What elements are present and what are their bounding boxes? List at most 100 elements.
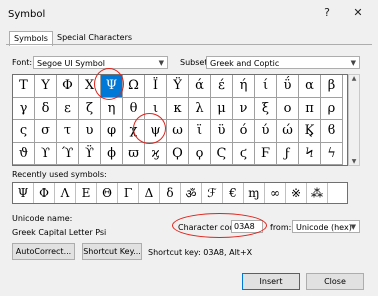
- symbol-cell[interactable]: η: [101, 97, 123, 120]
- symbol-cell[interactable]: υ: [79, 120, 101, 143]
- symbol-cell[interactable]: φ: [101, 120, 123, 143]
- symbol-cell[interactable]: ς: [13, 120, 35, 143]
- recent-symbol-cell[interactable]: Γ: [118, 183, 139, 203]
- font-select[interactable]: Segoe UI Symbol ▼: [33, 56, 168, 69]
- recent-symbol-cell[interactable]: ∞: [265, 183, 286, 203]
- subset-value: Greek and Coptic: [210, 59, 280, 68]
- symbol-cell[interactable]: ϑ: [13, 142, 35, 165]
- symbol-cell[interactable]: ϖ: [123, 142, 145, 165]
- symbol-cell[interactable]: ω: [167, 120, 189, 143]
- font-value: Segoe UI Symbol: [37, 59, 105, 68]
- symbol-cell[interactable]: Ϝ: [255, 142, 277, 165]
- recent-symbol-cell[interactable]: €: [223, 183, 244, 203]
- chevron-down-icon: ▼: [158, 59, 164, 67]
- insert-button[interactable]: Insert: [242, 273, 300, 290]
- symbol-cell[interactable]: ϝ: [277, 142, 299, 165]
- symbol-cell[interactable]: λ: [189, 97, 211, 120]
- unicode-name-value: Greek Capital Letter Psi: [12, 228, 107, 237]
- symbol-cell[interactable]: Ϗ: [299, 120, 321, 143]
- symbol-cell[interactable]: ϋ: [211, 120, 233, 143]
- symbol-cell[interactable]: κ: [167, 97, 189, 120]
- recent-symbol-cell[interactable]: Ε: [76, 183, 97, 203]
- symbol-grid: ΤΥΦΧΨΩΪΫάέήίΰαβ γδεζηθικλμνξοπρ ςστυφχψωϊϋ…: [12, 74, 348, 166]
- symbol-cell[interactable]: έ: [211, 75, 233, 98]
- symbol-cell[interactable]: ψ: [145, 120, 167, 143]
- tab-special-characters[interactable]: Special Characters: [53, 31, 136, 44]
- symbol-cell[interactable]: ί: [255, 75, 277, 98]
- symbol-cell[interactable]: π: [299, 97, 321, 120]
- symbol-cell[interactable]: ή: [233, 75, 255, 98]
- symbol-cell[interactable]: Ϟ: [299, 142, 321, 165]
- help-button[interactable]: ?: [318, 4, 336, 20]
- recent-symbol-cell[interactable]: Ψ: [13, 183, 34, 203]
- symbol-cell[interactable]: ϟ: [321, 142, 343, 165]
- autocorrect-button[interactable]: AutoCorrect...: [12, 243, 75, 260]
- symbol-cell[interactable]: Ϊ: [145, 75, 167, 98]
- character-code-input[interactable]: 03A8: [231, 220, 263, 233]
- symbol-cell[interactable]: ζ: [79, 97, 101, 120]
- symbol-cell[interactable]: ϓ: [57, 142, 79, 165]
- symbol-cell[interactable]: Ω: [123, 75, 145, 98]
- symbol-cell[interactable]: ύ: [255, 120, 277, 143]
- recent-symbol-cell[interactable]: ℱ: [202, 183, 223, 203]
- recent-symbol-cell[interactable]: ⁂: [307, 183, 328, 203]
- symbol-cell[interactable]: Τ: [13, 75, 35, 98]
- symbol-cell[interactable]: ώ: [277, 120, 299, 143]
- window-close-button[interactable]: ✕: [349, 4, 367, 20]
- scroll-down-icon[interactable]: ▼: [349, 158, 359, 165]
- recent-symbol-cell[interactable]: ɱ: [244, 183, 265, 203]
- symbol-cell[interactable]: ϕ: [101, 142, 123, 165]
- symbol-cell[interactable]: ϔ: [79, 142, 101, 165]
- window-title: Symbol: [8, 9, 46, 20]
- symbol-cell[interactable]: ϛ: [233, 142, 255, 165]
- symbol-cell[interactable]: ξ: [255, 97, 277, 120]
- unicode-name-label: Unicode name:: [12, 214, 73, 223]
- symbol-cell[interactable]: μ: [211, 97, 233, 120]
- symbol-cell[interactable]: ο: [277, 97, 299, 120]
- symbol-cell[interactable]: Ϛ: [211, 142, 233, 165]
- from-label: from:: [270, 223, 292, 232]
- symbol-cell[interactable]: Φ: [57, 75, 79, 98]
- close-button[interactable]: Close: [306, 273, 364, 290]
- symbol-cell[interactable]: ό: [233, 120, 255, 143]
- recent-symbols-bar: Ψ Φ Λ Ε Θ Γ Δδ ॐ ℱ € ɱ ∞ ※ ⁂: [12, 182, 348, 204]
- symbol-grid-scrollbar[interactable]: ▲ ▼: [348, 74, 360, 166]
- symbol-cell[interactable]: Ψ: [101, 75, 123, 98]
- scroll-up-icon[interactable]: ▲: [349, 75, 359, 82]
- symbol-cell[interactable]: ν: [233, 97, 255, 120]
- symbol-cell[interactable]: ϒ: [35, 142, 57, 165]
- symbol-cell[interactable]: ά: [189, 75, 211, 98]
- recent-symbol-cell[interactable]: Δ: [139, 183, 160, 203]
- symbol-cell[interactable]: ϐ: [321, 120, 343, 143]
- recent-symbol-cell[interactable]: ॐ: [181, 183, 202, 203]
- recent-symbol-cell[interactable]: Λ: [55, 183, 76, 203]
- symbol-cell[interactable]: χ: [123, 120, 145, 143]
- symbol-cell[interactable]: Χ: [79, 75, 101, 98]
- symbol-cell[interactable]: ϙ: [189, 142, 211, 165]
- symbol-cell[interactable]: α: [299, 75, 321, 98]
- symbol-cell[interactable]: ε: [57, 97, 79, 120]
- symbol-cell[interactable]: β: [321, 75, 343, 98]
- recent-symbol-cell[interactable]: Φ: [34, 183, 55, 203]
- recent-symbol-cell[interactable]: δ: [160, 183, 181, 203]
- symbol-cell[interactable]: τ: [57, 120, 79, 143]
- symbol-cell[interactable]: ΰ: [277, 75, 299, 98]
- recent-symbols-label: Recently used symbols:: [12, 170, 107, 179]
- symbol-cell[interactable]: γ: [13, 97, 35, 120]
- symbol-cell[interactable]: ϊ: [189, 120, 211, 143]
- recent-symbol-cell[interactable]: ※: [286, 183, 307, 203]
- recent-symbol-cell[interactable]: Θ: [97, 183, 118, 203]
- symbol-cell[interactable]: Υ: [35, 75, 57, 98]
- symbol-cell[interactable]: δ: [35, 97, 57, 120]
- symbol-cell[interactable]: Ϙ: [167, 142, 189, 165]
- from-select[interactable]: Unicode (hex) ▼: [292, 220, 360, 233]
- symbol-cell[interactable]: σ: [35, 120, 57, 143]
- symbol-cell[interactable]: ι: [145, 97, 167, 120]
- shortcut-key-text: Shortcut key: 03A8, Alt+X: [148, 248, 253, 257]
- symbol-cell[interactable]: θ: [123, 97, 145, 120]
- symbol-cell[interactable]: ϗ: [145, 142, 167, 165]
- shortcut-key-button[interactable]: Shortcut Key...: [82, 243, 142, 260]
- symbol-cell[interactable]: ρ: [321, 97, 343, 120]
- symbol-cell[interactable]: Ϋ: [167, 75, 189, 98]
- subset-select[interactable]: Greek and Coptic ▼: [206, 56, 360, 69]
